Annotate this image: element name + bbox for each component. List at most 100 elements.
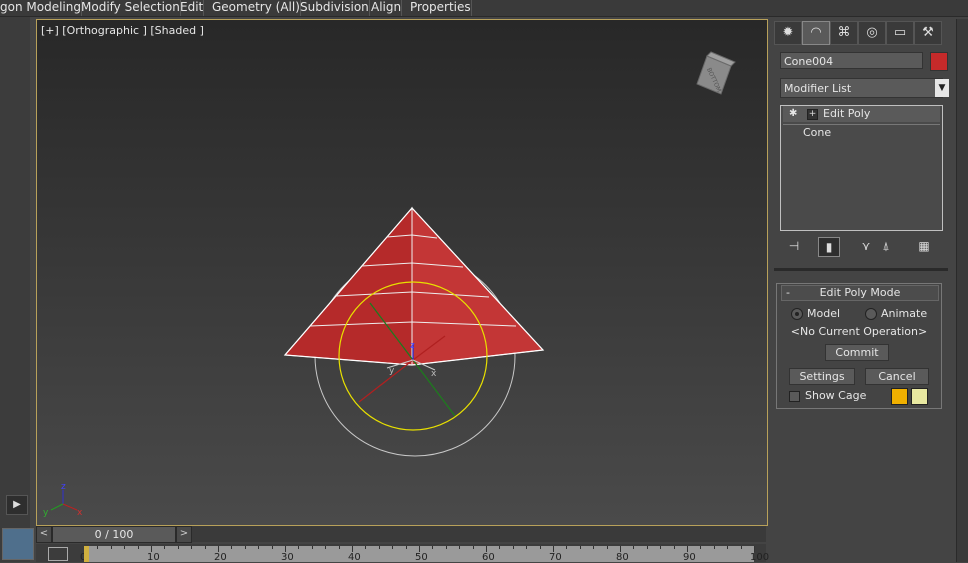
animate-radio[interactable] xyxy=(865,308,877,320)
time-next-button[interactable]: > xyxy=(176,526,192,543)
ruler-tick xyxy=(646,546,648,549)
ruler-tick xyxy=(365,546,367,549)
stack-item-edit-poly[interactable]: ✱ + Edit Poly xyxy=(783,106,940,122)
configure-modifier-sets-icon[interactable]: ▦ xyxy=(914,237,934,255)
modifier-stack[interactable]: ✱ + Edit Poly Cone xyxy=(780,105,943,231)
tab-polygon-modeling[interactable]: gon Modeling xyxy=(0,0,82,16)
rollout-title: Edit Poly Mode xyxy=(819,286,901,299)
ruler-tick xyxy=(512,546,514,549)
tab-properties[interactable]: Properties xyxy=(406,0,472,16)
rollout-header[interactable]: - Edit Poly Mode xyxy=(781,285,939,301)
modify-tab[interactable]: ◠ xyxy=(802,21,830,45)
ruler-tick xyxy=(566,546,568,549)
modifier-list-label: Modifier List xyxy=(784,82,852,95)
track-bar[interactable]: 0102030405060708090100 xyxy=(36,544,769,563)
stack-item-cone[interactable]: Cone xyxy=(783,124,940,141)
current-operation-label: <No Current Operation> xyxy=(790,325,928,338)
axis-tripod: z x y xyxy=(43,482,83,518)
panel-scrollbar[interactable] xyxy=(956,19,968,562)
tripod-x-label: x xyxy=(77,508,83,518)
chevron-down-icon[interactable]: ▼ xyxy=(935,79,949,97)
utilities-tab[interactable]: ⚒ xyxy=(914,21,942,45)
ruler-tick xyxy=(499,546,501,549)
make-unique-icon[interactable]: ⋎ xyxy=(856,237,876,255)
motion-tab[interactable]: ◎ xyxy=(858,21,886,45)
ruler-tick xyxy=(593,546,595,549)
ruler-label: 10 xyxy=(147,552,160,563)
utilities-icon: ⚒ xyxy=(922,25,934,40)
ruler-tick xyxy=(298,546,300,549)
ruler-label: 20 xyxy=(214,552,227,563)
track-ruler[interactable]: 0102030405060708090100 xyxy=(80,546,769,563)
ruler-tick xyxy=(204,546,206,549)
cage-selected-color-swatch[interactable] xyxy=(911,388,928,405)
stack-item-label: Edit Poly xyxy=(823,107,871,120)
stack-item-label: Cone xyxy=(803,126,832,139)
ruler-tick xyxy=(258,546,260,549)
ruler-label: 40 xyxy=(348,552,361,563)
ruler-tick xyxy=(660,546,662,549)
tab-geometry-all[interactable]: Geometry (All) xyxy=(208,0,301,16)
tab-subdivision[interactable]: Subdivision xyxy=(296,0,370,16)
ruler-tick xyxy=(539,546,541,549)
tripod-z-label: z xyxy=(61,482,66,492)
key-filter-icon[interactable] xyxy=(48,547,68,561)
lightbulb-icon[interactable]: ✱ xyxy=(789,106,797,122)
play-icon[interactable]: ▶ xyxy=(6,495,28,515)
modify-icon: ◠ xyxy=(810,25,822,40)
cancel-button[interactable]: Cancel xyxy=(865,368,929,385)
settings-button[interactable]: Settings xyxy=(789,368,855,385)
ruler-tick xyxy=(405,546,407,549)
time-slider: < 0 / 100 > xyxy=(36,526,766,543)
animate-label: Animate xyxy=(881,307,928,320)
left-toolbar-strip xyxy=(0,17,30,562)
commit-button[interactable]: Commit xyxy=(825,344,889,361)
hierarchy-tab[interactable]: ⌘ xyxy=(830,21,858,45)
ribbon: gon Modeling Modify Selection Edit Geome… xyxy=(0,0,968,17)
ruler-tick xyxy=(459,546,461,549)
command-panel: ✹ ◠ ⌘ ◎ ▭ ⚒ Cone004 Modifier List ▼ ✱ + … xyxy=(770,19,956,562)
ruler-tick xyxy=(378,546,380,549)
ruler-tick xyxy=(606,546,608,549)
ruler-tick xyxy=(338,546,340,549)
ruler-tick xyxy=(311,546,313,549)
ruler-label: 30 xyxy=(281,552,294,563)
ruler-tick xyxy=(432,546,434,549)
ruler-tick xyxy=(271,546,273,549)
ruler-label: 100 xyxy=(750,552,770,563)
show-cage-checkbox[interactable] xyxy=(789,391,800,402)
modifier-list-dropdown[interactable]: Modifier List ▼ xyxy=(780,78,949,98)
maxscript-listener-button[interactable] xyxy=(2,528,34,560)
viewport-orthographic[interactable]: [+] [Orthographic ] [Shaded ] BOTTOM z y… xyxy=(36,19,768,526)
ruler-tick xyxy=(325,546,327,549)
expand-plus-icon[interactable]: + xyxy=(807,109,818,120)
ruler-tick xyxy=(713,546,715,549)
tab-modify-selection[interactable]: Modify Selection xyxy=(77,0,181,16)
ruler-label: 60 xyxy=(482,552,495,563)
viewcube[interactable]: BOTTOM xyxy=(696,51,736,95)
model-label: Model xyxy=(807,307,841,320)
tab-edit[interactable]: Edit xyxy=(176,0,205,16)
show-end-result-icon[interactable]: ▮ xyxy=(818,237,840,257)
display-tab[interactable]: ▭ xyxy=(886,21,914,45)
edit-poly-mode-rollout: - Edit Poly Mode Model Animate <No Curre… xyxy=(776,283,942,409)
time-prev-button[interactable]: < xyxy=(36,526,52,543)
tab-align[interactable]: Align xyxy=(367,0,403,16)
model-radio[interactable] xyxy=(791,308,803,320)
remove-modifier-icon[interactable]: ⍋ xyxy=(876,237,896,255)
ruler-tick xyxy=(164,546,166,549)
pin-stack-icon[interactable]: ⊣ xyxy=(784,237,804,255)
cage-color-swatch[interactable] xyxy=(891,388,908,405)
time-slider-thumb[interactable]: 0 / 100 xyxy=(52,526,176,543)
gizmo-y-label: y xyxy=(389,366,395,376)
ruler-tick xyxy=(97,546,99,549)
ruler-tick xyxy=(231,546,233,549)
current-frame-marker[interactable] xyxy=(84,546,89,562)
object-color-swatch[interactable] xyxy=(930,52,948,71)
ruler-tick xyxy=(137,546,139,549)
hierarchy-icon: ⌘ xyxy=(837,25,851,40)
show-cage-label: Show Cage xyxy=(805,389,867,402)
object-name-field[interactable]: Cone004 xyxy=(780,52,923,69)
ruler-tick xyxy=(740,546,742,549)
create-tab[interactable]: ✹ xyxy=(774,21,802,45)
